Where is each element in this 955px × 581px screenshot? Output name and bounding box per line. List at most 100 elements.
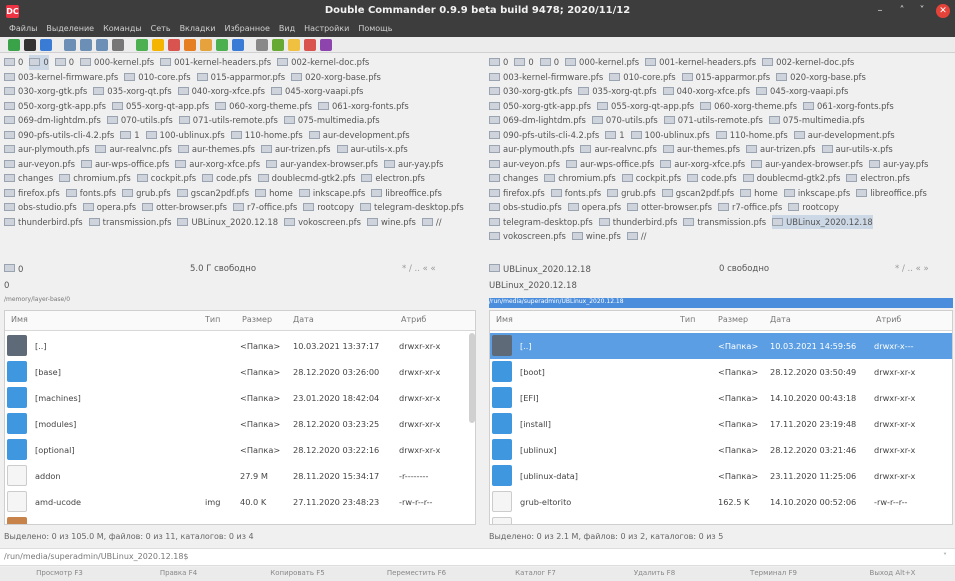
menu-item-4[interactable]: Вкладки — [180, 24, 216, 33]
toolbar-button-icon-6[interactable] — [112, 39, 124, 51]
menu-item-7[interactable]: Настройки — [304, 24, 349, 33]
left-file-list[interactable]: Имя Тип Размер Дата Атриб [..] <Папка> 10.… — [4, 310, 476, 525]
file-row[interactable]: [base] <Папка> 28.12.2020 03:26:00 drwxr-xr… — [5, 359, 467, 385]
drive-button[interactable]: 061-xorg-fonts.pfs — [317, 99, 409, 114]
file-row[interactable]: grub-eltorito 162.5 K 14.10.2020 00:52:06 -… — [490, 489, 952, 515]
drive-button[interactable]: 055-xorg-qt-app.pfs — [597, 99, 694, 114]
toolbar-button-icon-2[interactable] — [40, 39, 52, 51]
drive-button[interactable]: 100-ublinux.pfs — [630, 128, 710, 143]
drive-button[interactable]: 1 — [605, 128, 625, 143]
fkey-button-4[interactable]: Каталог F7 — [476, 569, 595, 577]
drive-button[interactable]: r7-office.pfs — [717, 200, 782, 215]
chevron-down-icon[interactable]: ˅ — [943, 552, 947, 561]
drive-button[interactable]: 020-xorg-base.pfs — [291, 70, 381, 85]
file-row[interactable]: [EFI] <Папка> 14.10.2020 00:43:18 drwxr-xr-… — [490, 385, 952, 411]
file-row[interactable]: amd-ucode img 40.0 K 27.11.2020 23:48:23 -rw… — [5, 489, 467, 515]
fkey-button-0[interactable]: Просмотр F3 — [0, 569, 119, 577]
file-row[interactable]: [modules] <Папка> 28.12.2020 03:23:25 drwxr… — [5, 411, 467, 437]
drive-button[interactable]: thunderbird.pfs — [4, 215, 83, 230]
close-window-button[interactable]: ✕ — [936, 4, 950, 18]
drive-button[interactable]: inkscape.pfs — [783, 186, 850, 201]
drive-button[interactable]: 015-apparmor.pfs — [681, 70, 770, 85]
column-date[interactable]: Дата — [770, 315, 791, 324]
minimize-button[interactable]: – — [872, 3, 888, 19]
command-line-input[interactable]: /run/media/superadmin/UBLinux_2020.12.18… — [4, 552, 189, 561]
drive-button[interactable]: 0 — [4, 55, 23, 70]
column-type[interactable]: Тип — [205, 315, 220, 324]
drive-button[interactable]: thunderbird.pfs — [598, 215, 677, 230]
menu-item-0[interactable]: Файлы — [9, 24, 37, 33]
drive-button[interactable]: 030-xorg-gtk.pfs — [489, 84, 572, 99]
drive-button[interactable]: 069-dm-lightdm.pfs — [489, 113, 586, 128]
drive-button[interactable]: 0 — [489, 55, 508, 70]
drive-button[interactable]: gscan2pdf.pfs — [176, 186, 249, 201]
drive-button[interactable]: vokoscreen.pfs — [284, 215, 361, 230]
drive-button[interactable]: 010-core.pfs — [124, 70, 191, 85]
toolbar-button-icon-17[interactable] — [304, 39, 316, 51]
toolbar-button-icon-11[interactable] — [200, 39, 212, 51]
drive-button[interactable]: aur-yay.pfs — [869, 157, 928, 172]
column-name[interactable]: Имя — [496, 315, 513, 324]
drive-button[interactable]: otter-browser.pfs — [142, 200, 227, 215]
drive-button[interactable]: otter-browser.pfs — [627, 200, 712, 215]
drive-button[interactable]: 000-kernel.pfs — [565, 55, 639, 70]
drive-button[interactable]: aur-veyon.pfs — [4, 157, 75, 172]
drive-button[interactable]: 002-kernel-doc.pfs — [277, 55, 369, 70]
drive-button[interactable]: 030-xorg-gtk.pfs — [4, 84, 87, 99]
toolbar-button-icon-3[interactable] — [64, 39, 76, 51]
drive-button[interactable]: opera.pfs — [567, 200, 621, 215]
drive-button[interactable]: rootcopy — [788, 200, 839, 215]
toolbar-button-icon-12[interactable] — [216, 39, 228, 51]
drive-button[interactable]: gscan2pdf.pfs — [661, 186, 734, 201]
drive-button[interactable]: UBLinux_2020.12.18 — [177, 215, 278, 230]
toolbar-button-icon-0[interactable] — [8, 39, 20, 51]
toolbar-button-icon-9[interactable] — [168, 39, 180, 51]
drive-button[interactable]: 0 — [54, 55, 74, 70]
fkey-button-6[interactable]: Терминал F9 — [714, 569, 833, 577]
drive-button[interactable]: 010-core.pfs — [609, 70, 676, 85]
left-nav-buttons[interactable]: * / .. « « — [402, 264, 436, 274]
column-size[interactable]: Размер — [242, 315, 272, 324]
drive-button[interactable]: 035-xorg-qt.pfs — [93, 84, 172, 99]
drive-button[interactable]: transmission.pfs — [88, 215, 171, 230]
toolbar-button-icon-18[interactable] — [320, 39, 332, 51]
drive-button[interactable]: cockpit.pfs — [136, 171, 196, 186]
file-row[interactable]: boot.tar xz 7.8 M 28.12.2020 03:50:56 -rw-r-… — [5, 515, 467, 524]
drive-button[interactable]: aur-utils-x.pfs — [821, 142, 893, 157]
column-attr[interactable]: Атриб — [876, 315, 901, 324]
drive-button[interactable]: aur-themes.pfs — [662, 142, 740, 157]
drive-button[interactable]: obs-studio.pfs — [489, 200, 562, 215]
toolbar-button-icon-13[interactable] — [232, 39, 244, 51]
drive-button[interactable]: aur-plymouth.pfs — [4, 142, 89, 157]
file-row[interactable]: [ublinux] <Папка> 28.12.2020 03:21:46 drwxr… — [490, 437, 952, 463]
drive-button[interactable]: 100-ublinux.pfs — [145, 128, 225, 143]
drive-button[interactable]: inkscape.pfs — [298, 186, 365, 201]
file-row[interactable]: grub-eltorito img 2.0 M 14.10.2020 00:52:06… — [490, 515, 952, 524]
drive-button[interactable]: 003-kernel-firmware.pfs — [489, 70, 603, 85]
file-row[interactable]: [install] <Папка> 17.11.2020 23:19:48 drwxr… — [490, 411, 952, 437]
drive-button[interactable]: fonts.pfs — [65, 186, 116, 201]
right-tab[interactable]: UBLinux_2020.12.18 — [489, 281, 953, 293]
menu-item-3[interactable]: Сеть — [151, 24, 171, 33]
menu-item-1[interactable]: Выделение — [46, 24, 94, 33]
drive-button[interactable]: doublecmd-gtk2.pfs — [257, 171, 355, 186]
drive-button[interactable]: libreoffice.pfs — [371, 186, 442, 201]
drive-button[interactable]: 000-kernel.pfs — [80, 55, 154, 70]
left-scrollbar[interactable] — [469, 333, 475, 423]
drive-button[interactable]: opera.pfs — [82, 200, 136, 215]
maximize-button[interactable]: ˄ — [894, 3, 910, 19]
drive-button[interactable]: // — [626, 229, 646, 244]
menu-item-5[interactable]: Избранное — [224, 24, 269, 33]
drive-button[interactable]: telegram-desktop.pfs — [360, 200, 464, 215]
drive-button[interactable]: 075-multimedia.pfs — [768, 113, 865, 128]
drive-button[interactable]: home — [255, 186, 293, 201]
drive-button[interactable]: 090-pfs-utils-cli-4.2.pfs — [489, 128, 599, 143]
drive-button[interactable]: 055-xorg-qt-app.pfs — [112, 99, 209, 114]
drive-button[interactable]: aur-development.pfs — [793, 128, 895, 143]
drive-button[interactable]: aur-development.pfs — [308, 128, 410, 143]
drive-button[interactable]: 1 — [120, 128, 140, 143]
drive-button[interactable]: 040-xorg-xfce.pfs — [177, 84, 265, 99]
fkey-button-2[interactable]: Копировать F5 — [238, 569, 357, 577]
drive-button[interactable]: electron.pfs — [846, 171, 910, 186]
drive-button[interactable]: 0 — [514, 55, 534, 70]
